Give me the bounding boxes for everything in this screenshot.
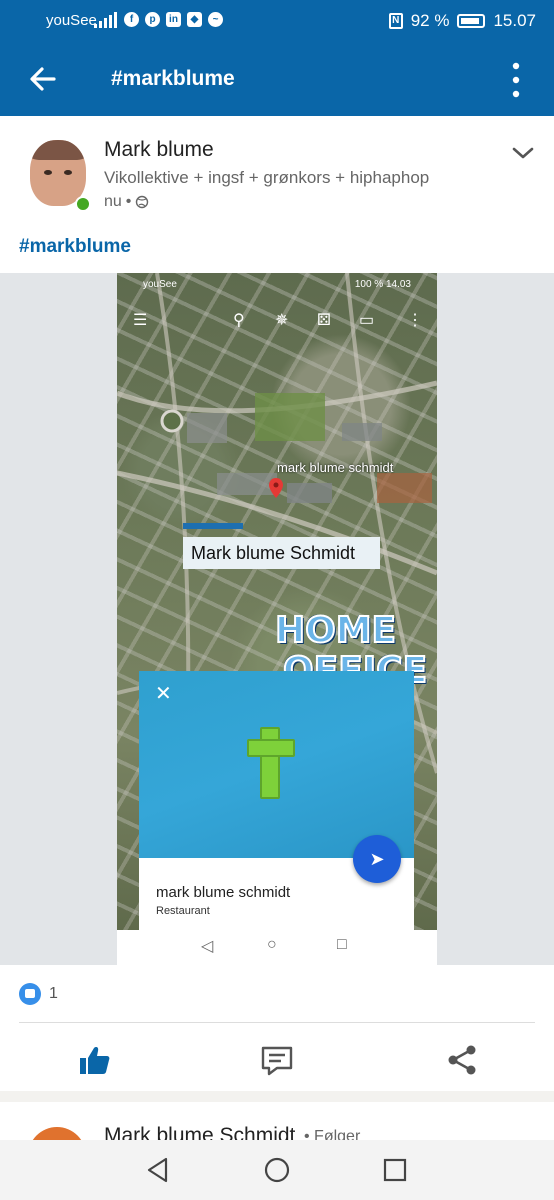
avatar-photo <box>30 140 86 206</box>
signal-icon <box>94 12 117 28</box>
map-pin-icon <box>269 478 283 498</box>
battery-icon <box>457 14 486 28</box>
nfc-icon: N <box>388 13 403 29</box>
embedded-screenshot: youSee 100 % 14.03 ☰ ⚲ ✵ ⚄ ▭ ⋮ mark blum… <box>117 273 437 965</box>
follow-status: • Følger <box>304 1128 361 1140</box>
status-right: N 92 % 15.07 <box>388 11 536 31</box>
place-photo: ✕ <box>139 671 414 858</box>
chevron-down-icon[interactable] <box>512 146 534 160</box>
battery-percent: 92 % <box>410 11 450 30</box>
place-sheet: ✕ ➤ mark blume schmidt Restaurant <box>139 671 414 931</box>
nav-recents-icon[interactable] <box>381 1156 409 1184</box>
system-nav-bar <box>0 1140 554 1200</box>
embedded-status-bar: youSee 100 % 14.03 <box>117 273 437 295</box>
page-title: #markblume <box>111 67 235 90</box>
back-arrow-icon[interactable] <box>26 62 60 96</box>
next-post-author[interactable]: Mark blume Schmidt <box>104 1124 295 1140</box>
like-reaction-icon <box>19 983 41 1005</box>
sticker-line-1: HOME <box>274 609 397 652</box>
embedded-carrier: youSee <box>143 279 177 290</box>
clock: 15.07 <box>493 11 536 30</box>
globe-icon <box>136 195 149 209</box>
like-button[interactable] <box>76 1042 112 1078</box>
facebook-icon: f <box>124 12 139 27</box>
nav-back-icon[interactable] <box>144 1156 172 1184</box>
linkedin-icon: in <box>166 12 181 27</box>
embedded-home-icon: ○ <box>267 936 277 953</box>
green-cross-shape <box>260 727 280 799</box>
separator-dot: • <box>125 193 132 210</box>
more-vert-icon: ⋮ <box>407 312 423 329</box>
post-image-container[interactable]: youSee 100 % 14.03 ☰ ⚲ ✵ ⚄ ▭ ⋮ mark blum… <box>0 273 554 965</box>
online-status-icon <box>75 196 91 212</box>
place-category: Restaurant <box>156 905 210 917</box>
app-bar: #markblume <box>0 42 554 116</box>
label-accent <box>183 523 243 529</box>
more-options-icon[interactable] <box>506 60 526 100</box>
author-headline: Vikollektive + ingsf + grønkors + hiphap… <box>104 168 430 187</box>
ruler-icon: ▭ <box>359 312 375 329</box>
post-card: Mark blume Vikollektive + ingsf + grønko… <box>0 116 554 1091</box>
menu-icon: ☰ <box>133 312 148 329</box>
map-label: Mark blume Schmidt <box>183 537 380 569</box>
next-post-card: Mark blume Schmidt • Følger <box>0 1102 554 1140</box>
messenger-icon: ~ <box>208 12 223 27</box>
embedded-toolbar: ☰ ⚲ ✵ ⚄ ▭ ⋮ <box>117 307 437 335</box>
carrier-label: youSee <box>46 12 97 29</box>
nav-home-icon[interactable] <box>263 1156 291 1184</box>
search-icon: ⚲ <box>233 312 245 329</box>
share-button[interactable] <box>444 1042 480 1078</box>
embedded-nav-bar: ◁ ○ □ <box>117 930 437 965</box>
place-name: mark blume schmidt <box>156 884 291 901</box>
status-bar: youSee f p in ◆ ~ N 92 % 15.07 <box>0 0 554 42</box>
comment-button[interactable] <box>259 1042 295 1078</box>
dice-icon: ⚄ <box>317 312 331 329</box>
author-name[interactable]: Mark blume <box>104 138 214 162</box>
post-time: nu <box>104 193 122 210</box>
post-hashtag[interactable]: #markblume <box>19 236 131 258</box>
embedded-back-icon: ◁ <box>201 938 214 955</box>
notification-icons: f p in ◆ ~ <box>124 12 223 27</box>
reactions-summary[interactable]: 1 <box>19 983 58 1005</box>
embedded-status-right: 100 % 14.03 <box>354 279 411 290</box>
avatar[interactable] <box>26 136 91 212</box>
navigate-icon: ➤ <box>353 835 401 883</box>
embedded-recents-icon: □ <box>337 936 347 953</box>
close-icon: ✕ <box>155 683 172 705</box>
next-post-avatar[interactable] <box>28 1127 86 1140</box>
divider <box>19 1022 535 1023</box>
post-meta: nu • <box>104 193 149 211</box>
pin-label: mark blume schmidt <box>277 460 394 475</box>
pinterest-icon: p <box>145 12 160 27</box>
post-actions <box>0 1036 554 1086</box>
compass-icon: ✵ <box>275 312 289 329</box>
green-cross-bar <box>247 739 295 757</box>
reaction-count: 1 <box>49 985 58 1002</box>
app-icon: ◆ <box>187 12 202 27</box>
